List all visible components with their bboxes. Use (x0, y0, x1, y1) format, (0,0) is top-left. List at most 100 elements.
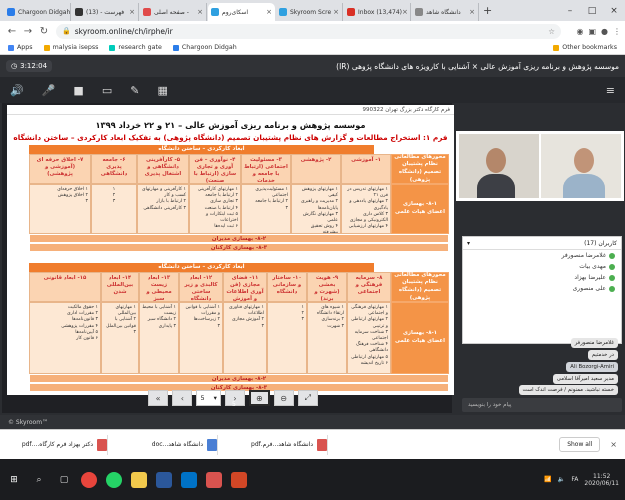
users-title: کاربران (17) (584, 239, 617, 247)
table1-cell: ۱ اخلاق حرفه‌ای ۲ اخلاق پژوهش ۳ (29, 184, 91, 234)
timer-text: 3:12:04 (20, 62, 48, 70)
chat-message: غلامرضا منصورفر (570, 338, 618, 348)
webcam-panel (456, 131, 624, 201)
prev-page-button[interactable]: ‹ (172, 390, 193, 406)
new-tab-button[interactable]: + (483, 4, 492, 17)
profile-icon[interactable]: ● (601, 27, 608, 36)
first-page-button[interactable]: « (148, 390, 169, 406)
extension-icon[interactable]: ▣ (588, 27, 596, 36)
language-indicator[interactable]: FA (571, 476, 578, 483)
user-item[interactable]: علیرضا بهزاد (463, 272, 621, 283)
page-number-select[interactable]: 5 ▾ (196, 390, 221, 406)
fullscreen-button[interactable]: ⤢ (297, 390, 318, 406)
tab-favicon (211, 8, 219, 16)
tab-label: Chargoon Didgah (18, 8, 71, 16)
bookmark-item[interactable]: Chargoon Didgah (172, 44, 237, 51)
person-head (486, 148, 506, 173)
minimize-icon[interactable]: – (559, 6, 581, 16)
layout-icon[interactable]: ▦ (157, 84, 167, 97)
close-icon[interactable]: × (266, 8, 272, 16)
user-name: غلامرضا منصورفر (561, 252, 606, 259)
microphone-icon[interactable]: 🎤 (42, 84, 56, 97)
lock-icon: 🔒 (62, 27, 71, 35)
table1-header-cell: ۷- اخلاق حرفه ای (آموزشی و پژوهشی) (29, 154, 91, 184)
table2-header-cell: ۱۱- فضای مجازی (فن آوری اطلاعات و آموزش … (223, 272, 267, 309)
extension-icon[interactable]: ◉ (576, 27, 583, 36)
other-bookmarks[interactable]: Other bookmarks (553, 44, 617, 51)
browser-tab[interactable]: فهرست - (13) × (72, 3, 139, 21)
reload-icon[interactable]: ↻ (36, 26, 52, 37)
browser-tab[interactable]: Chargoon Didgah× (4, 3, 71, 21)
speaker-icon[interactable]: 🔊 (10, 84, 24, 97)
zoom-in-button[interactable]: ⊕ (249, 390, 270, 406)
maximize-icon[interactable]: □ (581, 6, 603, 16)
user-item[interactable]: غلامرضا منصورفر (463, 250, 621, 261)
whatsapp-icon[interactable] (106, 471, 122, 488)
table2-header-cell: ۱۰- ساختار و سازمانی دانشگاه (267, 272, 307, 302)
browser-tab-active[interactable]: اسکای‌روم × (208, 3, 275, 21)
network-icon[interactable]: 📶 (544, 476, 551, 483)
close-icon[interactable]: × (70, 8, 71, 16)
footer-text: © Skyroom™ (8, 418, 49, 426)
volume-icon[interactable]: 🔈 (558, 476, 565, 483)
close-window-icon[interactable]: × (603, 6, 625, 16)
close-icon[interactable]: × (333, 8, 339, 16)
user-name: مهدی بیات (579, 263, 606, 270)
windows-taskbar: ⊞ ⌕ ▢ 📶 🔈 FA 11:52 2020/06/11 (0, 459, 625, 500)
forward-icon[interactable]: → (20, 26, 36, 37)
chrome-icon[interactable] (81, 471, 97, 488)
close-icon[interactable]: × (402, 8, 408, 16)
slide-topbar-right: فرم کارگاه دکتر بزرگ تهران 990322 (362, 106, 450, 113)
table2-corner-cell: محورهای مطالعاتی نظام پشتیبان تصمیم (دان… (391, 272, 449, 302)
hamburger-menu-icon[interactable]: ≡ (606, 84, 615, 97)
download-item[interactable]: دکتر بهزاد فرم کارگاه....pdf (8, 434, 108, 455)
webcam-video-left[interactable] (459, 134, 539, 198)
task-view-icon[interactable]: ▢ (56, 472, 72, 488)
downloads-bar: دکتر بهزاد فرم کارگاه....pdf دانشگاه شاه… (0, 429, 625, 459)
screen-share-icon[interactable]: ▭ (102, 84, 112, 97)
camera-icon[interactable]: ■ (73, 84, 83, 97)
user-item[interactable]: علی منصوری (463, 283, 621, 294)
collapse-icon[interactable]: ▾ (467, 240, 470, 247)
back-icon[interactable]: ← (4, 26, 20, 37)
bookmark-item[interactable]: research gate (109, 44, 162, 51)
address-bar[interactable]: 🔒 skyroom.online/ch/irphe/ir ☆ (56, 23, 561, 39)
download-item[interactable]: دانشگاه شاهد...فرم.pdf (228, 434, 328, 455)
clock[interactable]: 11:52 2020/06/11 (584, 473, 619, 487)
powerpoint-icon[interactable] (231, 471, 247, 488)
acrobat-icon[interactable] (206, 471, 222, 488)
download-filename: دکتر بهزاد فرم کارگاه....pdf (21, 441, 93, 448)
file-explorer-icon[interactable] (131, 471, 147, 488)
close-icon[interactable]: × (610, 440, 617, 449)
chat-message: در خدمتیم (587, 350, 618, 360)
show-all-button[interactable]: Show all (559, 437, 601, 452)
online-dot-icon (609, 274, 615, 281)
download-item[interactable]: دانشگاه شاهد...doc (118, 434, 218, 455)
table1-cell: ۱ مهارتهای تدریس در قرن ۲۱ ۲ مهارتهای یا… (341, 184, 391, 234)
outlook-icon[interactable] (181, 471, 197, 488)
browser-tab[interactable]: Inbox (13,474) × (344, 3, 411, 21)
menu-icon[interactable]: ⋮ (613, 27, 621, 36)
star-icon[interactable]: ☆ (548, 27, 555, 36)
table2-cell: ۱ مهارتهای بین‌المللی ۲ آشنایی با قوانین… (101, 302, 139, 374)
word-icon[interactable] (156, 471, 172, 488)
start-icon[interactable]: ⊞ (6, 472, 22, 488)
close-icon[interactable]: × (129, 8, 135, 16)
close-icon[interactable]: × (469, 8, 475, 16)
zoom-out-button[interactable]: ⊖ (273, 390, 294, 406)
bookmark-item[interactable]: malysia isepss (43, 44, 98, 51)
close-icon[interactable]: × (197, 8, 203, 16)
chargoon-icon (172, 44, 179, 51)
person-head (574, 148, 594, 173)
bookmark-apps[interactable]: Apps (8, 44, 33, 51)
chat-input[interactable]: پیام خود را بنویسید (462, 398, 622, 412)
webcam-video-right[interactable] (541, 134, 621, 198)
clock-date: 2020/06/11 (584, 479, 619, 487)
whiteboard-icon[interactable]: ✎ (130, 84, 139, 97)
chat-placeholder: پیام خود را بنویسید (468, 402, 512, 408)
browser-tab[interactable]: صفحه اصلی - × (140, 3, 207, 21)
user-item[interactable]: مهدی بیات (463, 261, 621, 272)
search-icon[interactable]: ⌕ (31, 472, 47, 488)
browser-tab[interactable]: Skyroom Scre × (276, 3, 343, 21)
browser-tab[interactable]: دانشگاه شاهد × (412, 3, 479, 21)
